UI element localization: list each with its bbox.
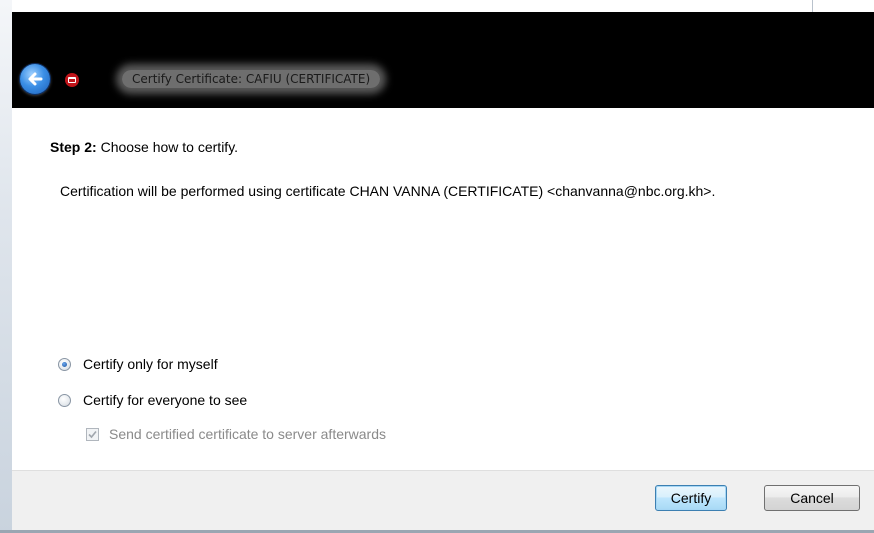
dialog-content: Step 2: Choose how to certify. Certifica… — [12, 108, 874, 470]
top-strip — [12, 0, 874, 12]
certify-button[interactable]: Certify — [655, 485, 727, 511]
checkbox-label-send-to-server: Send certified certificate to server aft… — [109, 426, 387, 442]
kleopatra-app-icon — [64, 72, 80, 88]
title-bar: Certify Certificate: CAFIU (CERTIFICATE) — [12, 12, 874, 108]
checkbox-disabled-checked — [86, 427, 99, 441]
window-title: Certify Certificate: CAFIU (CERTIFICATE) — [122, 70, 381, 88]
radio-certify-everyone[interactable]: Certify for everyone to see — [58, 392, 247, 408]
radio-certify-only-myself[interactable]: Certify only for myself — [58, 356, 218, 372]
checkbox-send-to-server: Send certified certificate to server aft… — [86, 426, 386, 442]
certification-description: Certification will be performed using ce… — [60, 183, 716, 199]
radio-label-everyone: Certify for everyone to see — [83, 392, 248, 408]
dialog-footer: Certify Cancel — [12, 470, 874, 531]
radio-label-only-myself: Certify only for myself — [83, 356, 218, 372]
step-heading: Step 2: Choose how to certify. — [50, 139, 238, 155]
checkmark-icon — [88, 430, 97, 438]
radio-button-checked[interactable] — [58, 357, 71, 371]
back-button[interactable] — [20, 64, 50, 94]
divider — [812, 0, 813, 12]
step-text: Choose how to certify. — [96, 139, 239, 155]
cancel-button[interactable]: Cancel — [764, 485, 860, 511]
radio-button[interactable] — [58, 393, 71, 407]
certify-dialog: Certify Certificate: CAFIU (CERTIFICATE)… — [0, 0, 874, 533]
back-arrow-icon — [28, 72, 43, 86]
step-label: Step 2: — [50, 139, 97, 155]
